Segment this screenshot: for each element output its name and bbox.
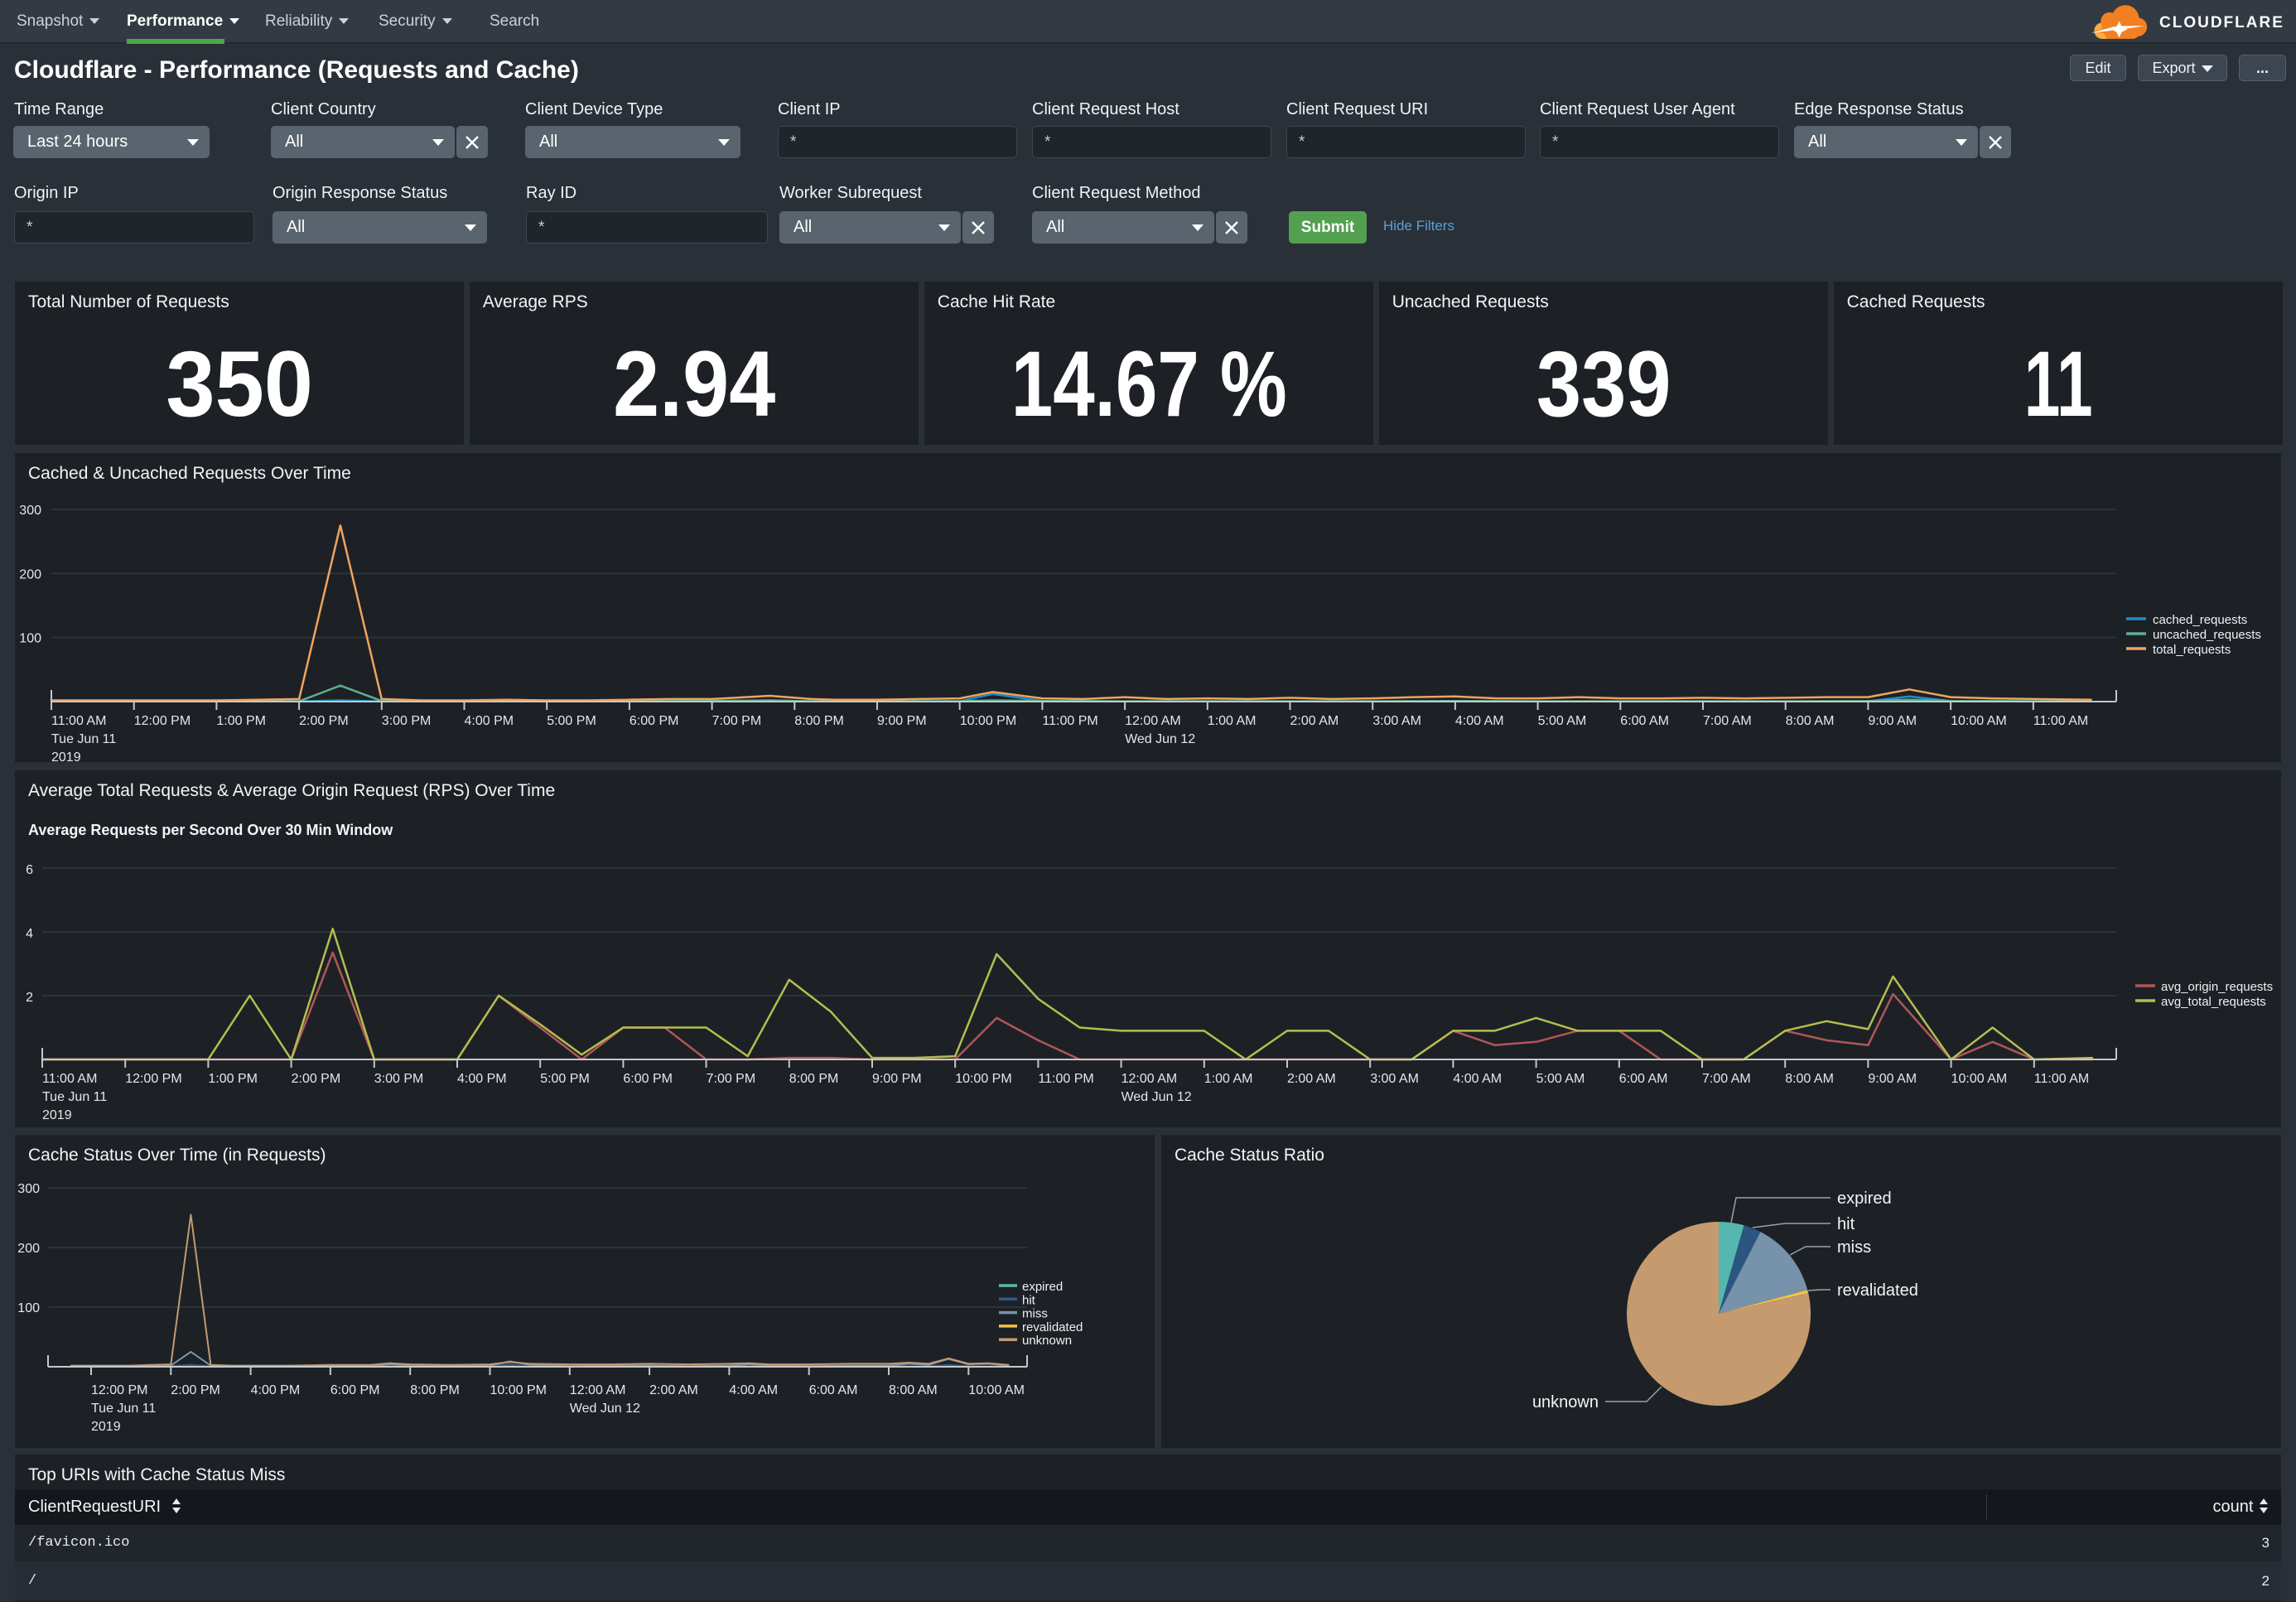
- svg-text:unknown: unknown: [1532, 1393, 1599, 1411]
- svg-text:2:00 PM: 2:00 PM: [171, 1383, 220, 1397]
- svg-text:300: 300: [17, 1182, 40, 1196]
- svg-text:5:00 AM: 5:00 AM: [1536, 1072, 1585, 1086]
- svg-text:uncached_requests: uncached_requests: [2153, 628, 2261, 642]
- svg-text:7:00 PM: 7:00 PM: [707, 1072, 756, 1086]
- svg-text:3:00 AM: 3:00 AM: [1370, 1072, 1419, 1086]
- svg-text:6:00 AM: 6:00 AM: [1620, 714, 1669, 728]
- svg-text:9:00 PM: 9:00 PM: [872, 1072, 922, 1086]
- svg-text:Wed Jun 12: Wed Jun 12: [1121, 1090, 1192, 1104]
- svg-text:2:00 AM: 2:00 AM: [1287, 1072, 1336, 1086]
- svg-text:revalidated: revalidated: [1022, 1320, 1083, 1334]
- svg-text:5:00 PM: 5:00 PM: [547, 714, 596, 728]
- svg-text:1:00 PM: 1:00 PM: [208, 1072, 258, 1086]
- svg-text:hit: hit: [1022, 1293, 1036, 1307]
- svg-text:3:00 PM: 3:00 PM: [374, 1072, 424, 1086]
- svg-text:3:00 AM: 3:00 AM: [1372, 714, 1421, 728]
- svg-text:8:00 PM: 8:00 PM: [794, 714, 844, 728]
- svg-text:11:00 PM: 11:00 PM: [1038, 1072, 1093, 1086]
- svg-text:6: 6: [26, 863, 33, 877]
- svg-text:2:00 AM: 2:00 AM: [649, 1383, 698, 1397]
- svg-text:100: 100: [19, 632, 41, 646]
- svg-text:4:00 AM: 4:00 AM: [1453, 1072, 1502, 1086]
- svg-text:2019: 2019: [51, 750, 81, 762]
- svg-text:11:00 AM: 11:00 AM: [2033, 714, 2088, 728]
- svg-text:11:00 AM: 11:00 AM: [2034, 1072, 2089, 1086]
- svg-text:9:00 AM: 9:00 AM: [1868, 714, 1917, 728]
- svg-text:10:00 AM: 10:00 AM: [1951, 714, 2007, 728]
- svg-text:8:00 AM: 8:00 AM: [1785, 1072, 1834, 1086]
- svg-text:12:00 PM: 12:00 PM: [91, 1383, 147, 1397]
- svg-text:7:00 PM: 7:00 PM: [712, 714, 762, 728]
- svg-text:6:00 AM: 6:00 AM: [1619, 1072, 1668, 1086]
- svg-text:6:00 PM: 6:00 PM: [330, 1383, 380, 1397]
- svg-text:1:00 PM: 1:00 PM: [216, 714, 266, 728]
- svg-text:10:00 PM: 10:00 PM: [960, 714, 1016, 728]
- svg-text:cached_requests: cached_requests: [2153, 613, 2247, 627]
- svg-text:10:00 AM: 10:00 AM: [968, 1383, 1025, 1397]
- svg-text:4:00 PM: 4:00 PM: [251, 1383, 301, 1397]
- svg-text:9:00 AM: 9:00 AM: [1868, 1072, 1917, 1086]
- svg-text:6:00 AM: 6:00 AM: [809, 1383, 858, 1397]
- svg-text:revalidated: revalidated: [1837, 1281, 1918, 1300]
- svg-text:2:00 PM: 2:00 PM: [292, 1072, 341, 1086]
- svg-text:4:00 AM: 4:00 AM: [729, 1383, 778, 1397]
- svg-text:expired: expired: [1022, 1280, 1063, 1294]
- svg-text:avg_origin_requests: avg_origin_requests: [2161, 980, 2273, 994]
- svg-text:8:00 PM: 8:00 PM: [410, 1383, 460, 1397]
- svg-text:7:00 AM: 7:00 AM: [1702, 1072, 1751, 1086]
- svg-text:11:00 AM: 11:00 AM: [51, 714, 106, 728]
- svg-text:Tue Jun 11: Tue Jun 11: [51, 732, 116, 746]
- svg-text:9:00 PM: 9:00 PM: [877, 714, 927, 728]
- svg-text:hit: hit: [1837, 1215, 1855, 1233]
- svg-text:4: 4: [26, 927, 33, 941]
- svg-text:Tue Jun 11: Tue Jun 11: [91, 1402, 156, 1416]
- svg-text:100: 100: [17, 1301, 40, 1315]
- svg-text:6:00 PM: 6:00 PM: [629, 714, 679, 728]
- svg-text:11:00 AM: 11:00 AM: [42, 1072, 97, 1086]
- svg-text:12:00 AM: 12:00 AM: [1125, 714, 1181, 728]
- svg-text:total_requests: total_requests: [2153, 643, 2231, 657]
- svg-text:expired: expired: [1837, 1189, 1892, 1208]
- svg-text:1:00 AM: 1:00 AM: [1208, 714, 1257, 728]
- svg-text:4:00 PM: 4:00 PM: [457, 1072, 507, 1086]
- svg-text:2019: 2019: [42, 1108, 72, 1122]
- svg-text:2:00 AM: 2:00 AM: [1290, 714, 1339, 728]
- svg-text:12:00 PM: 12:00 PM: [134, 714, 191, 728]
- svg-text:10:00 PM: 10:00 PM: [955, 1072, 1011, 1086]
- svg-text:Tue Jun 11: Tue Jun 11: [42, 1090, 107, 1104]
- svg-text:10:00 PM: 10:00 PM: [490, 1383, 547, 1397]
- svg-text:avg_total_requests: avg_total_requests: [2161, 995, 2266, 1009]
- svg-text:4:00 AM: 4:00 AM: [1455, 714, 1504, 728]
- svg-text:8:00 AM: 8:00 AM: [1786, 714, 1835, 728]
- svg-text:6:00 PM: 6:00 PM: [623, 1072, 673, 1086]
- svg-text:miss: miss: [1837, 1238, 1871, 1257]
- svg-text:unknown: unknown: [1022, 1334, 1072, 1348]
- svg-text:5:00 AM: 5:00 AM: [1538, 714, 1587, 728]
- svg-text:3:00 PM: 3:00 PM: [382, 714, 432, 728]
- svg-text:1:00 AM: 1:00 AM: [1204, 1072, 1253, 1086]
- svg-text:Wed Jun 12: Wed Jun 12: [1125, 732, 1195, 746]
- svg-text:300: 300: [19, 504, 41, 518]
- svg-text:miss: miss: [1022, 1307, 1048, 1321]
- svg-text:10:00 AM: 10:00 AM: [1951, 1072, 2008, 1086]
- svg-text:7:00 AM: 7:00 AM: [1703, 714, 1752, 728]
- svg-text:2019: 2019: [91, 1420, 121, 1434]
- svg-text:4:00 PM: 4:00 PM: [465, 714, 514, 728]
- svg-text:Wed Jun 12: Wed Jun 12: [570, 1402, 640, 1416]
- svg-text:12:00 AM: 12:00 AM: [570, 1383, 626, 1397]
- svg-text:2: 2: [26, 991, 33, 1005]
- svg-text:12:00 AM: 12:00 AM: [1121, 1072, 1178, 1086]
- svg-text:12:00 PM: 12:00 PM: [125, 1072, 181, 1086]
- svg-text:8:00 PM: 8:00 PM: [789, 1072, 839, 1086]
- svg-text:8:00 AM: 8:00 AM: [889, 1383, 938, 1397]
- svg-text:5:00 PM: 5:00 PM: [540, 1072, 590, 1086]
- svg-text:2:00 PM: 2:00 PM: [299, 714, 349, 728]
- svg-text:11:00 PM: 11:00 PM: [1042, 714, 1097, 728]
- svg-text:200: 200: [17, 1242, 40, 1256]
- svg-text:200: 200: [19, 567, 41, 581]
